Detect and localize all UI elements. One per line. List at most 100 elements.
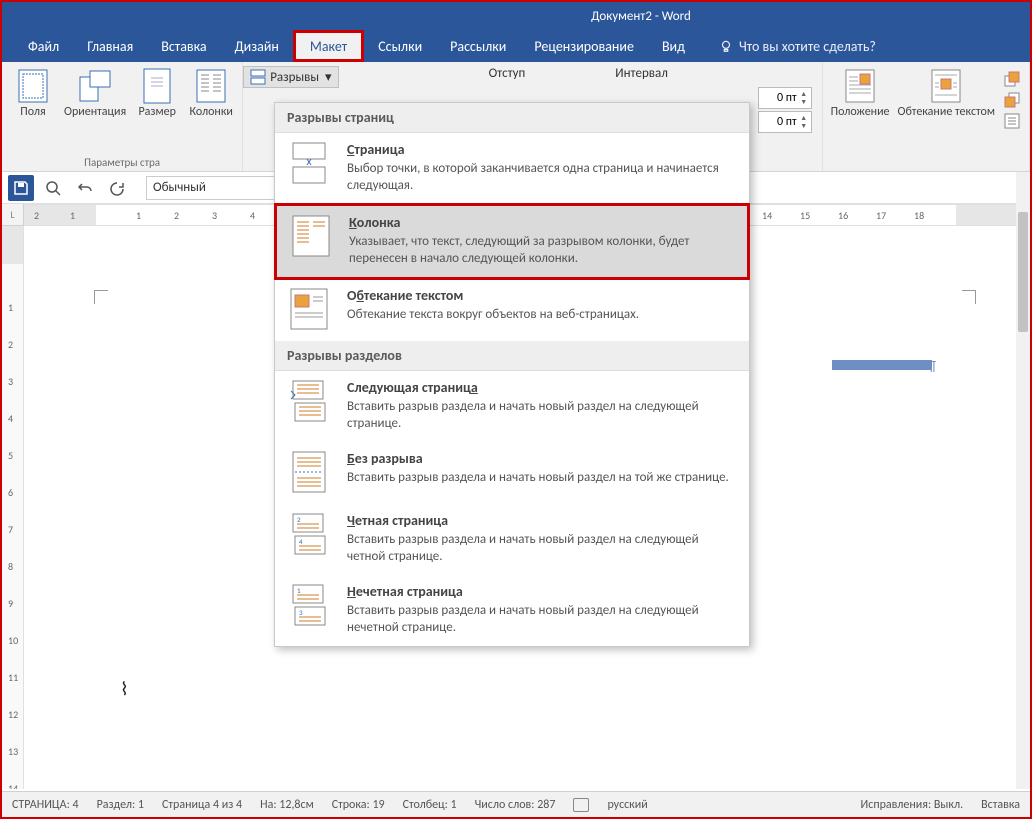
save-button[interactable] <box>8 175 34 201</box>
spacing-after-input[interactable] <box>761 115 797 129</box>
position-button[interactable]: Положение <box>829 66 892 169</box>
tab-view[interactable]: Вид <box>648 30 699 62</box>
chevron-down-icon: ▾ <box>325 70 332 85</box>
tab-file[interactable]: Файл <box>14 30 73 62</box>
margins-icon <box>15 68 51 104</box>
status-insert-mode[interactable]: Вставка <box>981 798 1020 812</box>
spacing-before-input[interactable] <box>761 91 797 105</box>
page-break-icon <box>287 141 331 185</box>
status-at[interactable]: На: 12,8см <box>260 798 314 812</box>
ruler-tick: 4 <box>250 209 255 222</box>
ruler-tick: 7 <box>8 523 13 536</box>
ruler-tick: 2 <box>8 338 13 351</box>
status-page-of[interactable]: Страница 4 из 4 <box>162 798 242 812</box>
tab-references[interactable]: Ссылки <box>364 30 436 62</box>
spacing-after-spinner[interactable]: ▲▼ <box>758 111 812 133</box>
page-setup-caption: Параметры стра <box>8 156 236 169</box>
status-words[interactable]: Число слов: 287 <box>475 798 556 812</box>
break-column-item[interactable]: Колонка Указывает, что текст, следующий … <box>274 203 750 280</box>
size-button[interactable]: Размер <box>132 66 182 154</box>
spin-down-icon[interactable]: ▼ <box>799 122 809 130</box>
ruler-tick: 16 <box>838 209 848 222</box>
page-breaks-header: Разрывы страниц <box>275 103 749 133</box>
breaks-icon <box>250 69 266 85</box>
page-setup-group: Поля Ориентация Размер <box>2 62 243 171</box>
size-icon <box>139 68 175 104</box>
column-break-icon <box>289 214 333 258</box>
break-page-item[interactable]: Страница Выбор точки, в которой заканчив… <box>275 133 749 204</box>
breaks-dropdown-button[interactable]: Разрывы ▾ <box>243 66 338 88</box>
tab-layout[interactable]: Макет <box>293 30 364 62</box>
lightbulb-icon <box>719 39 733 53</box>
document-title: Документ2 - Word <box>591 9 691 24</box>
ruler-tick: 2 <box>174 209 179 222</box>
ruler-tick: 1 <box>136 209 141 222</box>
ribbon-tabs: Файл Главная Вставка Дизайн Макет Ссылки… <box>2 30 1030 62</box>
wrap-text-icon <box>928 68 964 104</box>
even-page-break-icon: 24 <box>287 512 331 556</box>
undo-button[interactable] <box>72 175 98 201</box>
tell-me-search[interactable]: Что вы хотите сделать? <box>707 30 888 62</box>
ruler-corner: L <box>2 204 24 226</box>
breaks-dropdown-menu: Разрывы страниц Страница Выбор точки, в … <box>274 102 750 647</box>
redo-button[interactable] <box>104 175 130 201</box>
search-icon <box>45 180 61 196</box>
page-corner-icon <box>962 290 976 304</box>
redo-icon <box>109 180 125 196</box>
ruler-tick: 10 <box>8 634 18 647</box>
status-language[interactable]: русский <box>607 798 647 812</box>
ruler-tick: 14 <box>8 782 18 789</box>
text-wrap-break-icon <box>287 287 331 331</box>
spacing-before-spinner[interactable]: ▲▼ <box>758 87 812 109</box>
spell-check-icon[interactable] <box>573 798 589 812</box>
ruler-tick: 6 <box>8 486 13 499</box>
section-breaks-header: Разрывы разделов <box>275 341 749 371</box>
break-even-page-item[interactable]: 24 Четная страница Вставить разрыв разде… <box>275 504 749 575</box>
ruler-tick: 3 <box>212 209 217 222</box>
scrollbar-thumb[interactable] <box>1018 212 1028 332</box>
ruler-tick: 18 <box>914 209 924 222</box>
send-backward-icon[interactable] <box>1003 91 1021 109</box>
ruler-tick: 15 <box>800 209 810 222</box>
ruler-tick: 8 <box>8 560 13 573</box>
tab-design[interactable]: Дизайн <box>221 30 293 62</box>
break-next-page-item[interactable]: Следующая страница Вставить разрыв разде… <box>275 371 749 442</box>
vertical-ruler[interactable]: 1234567891011121314 <box>2 226 24 789</box>
bring-forward-icon[interactable] <box>1003 70 1021 88</box>
ruler-tick: 4 <box>8 412 13 425</box>
wrap-text-button[interactable]: Обтекание текстом <box>896 66 997 169</box>
spin-down-icon[interactable]: ▼ <box>799 98 809 106</box>
columns-button[interactable]: Колонки <box>186 66 236 154</box>
columns-icon <box>193 68 229 104</box>
svg-text:4: 4 <box>299 537 303 546</box>
svg-text:2: 2 <box>297 515 301 524</box>
ruler-tick: 5 <box>8 449 13 462</box>
tab-mailings[interactable]: Рассылки <box>436 30 520 62</box>
break-textwrap-item[interactable]: Обтекание текстом Обтекание текста вокру… <box>275 279 749 341</box>
tab-insert[interactable]: Вставка <box>147 30 220 62</box>
status-page[interactable]: СТРАНИЦА: 4 <box>12 798 79 812</box>
tab-home[interactable]: Главная <box>73 30 147 62</box>
tab-review[interactable]: Рецензирование <box>520 30 648 62</box>
spacing-label: Интервал <box>615 66 668 81</box>
find-button[interactable] <box>40 175 66 201</box>
ruler-tick: 14 <box>762 209 772 222</box>
title-bar: Документ2 - Word <box>2 2 1030 30</box>
ruler-tick: 9 <box>8 597 13 610</box>
status-column[interactable]: Столбец: 1 <box>403 798 457 812</box>
orientation-button[interactable]: Ориентация <box>62 66 128 154</box>
text-cursor-icon: ⌇ <box>120 678 129 700</box>
page-corner-icon <box>94 290 108 304</box>
status-track-changes[interactable]: Исправления: Выкл. <box>861 798 964 812</box>
margins-button[interactable]: Поля <box>8 66 58 154</box>
ruler-tick: 17 <box>876 209 886 222</box>
ruler-tick: 1 <box>70 209 75 222</box>
vertical-scrollbar[interactable] <box>1016 172 1030 789</box>
break-odd-page-item[interactable]: 13 Нечетная страница Вставить разрыв раз… <box>275 575 749 646</box>
status-line[interactable]: Строка: 19 <box>332 798 385 812</box>
status-section[interactable]: Раздел: 1 <box>97 798 144 812</box>
svg-text:1: 1 <box>297 586 301 595</box>
break-continuous-item[interactable]: Без разрыва Вставить разрыв раздела и на… <box>275 442 749 504</box>
position-icon <box>842 68 878 104</box>
selection-pane-icon[interactable] <box>1003 112 1021 130</box>
